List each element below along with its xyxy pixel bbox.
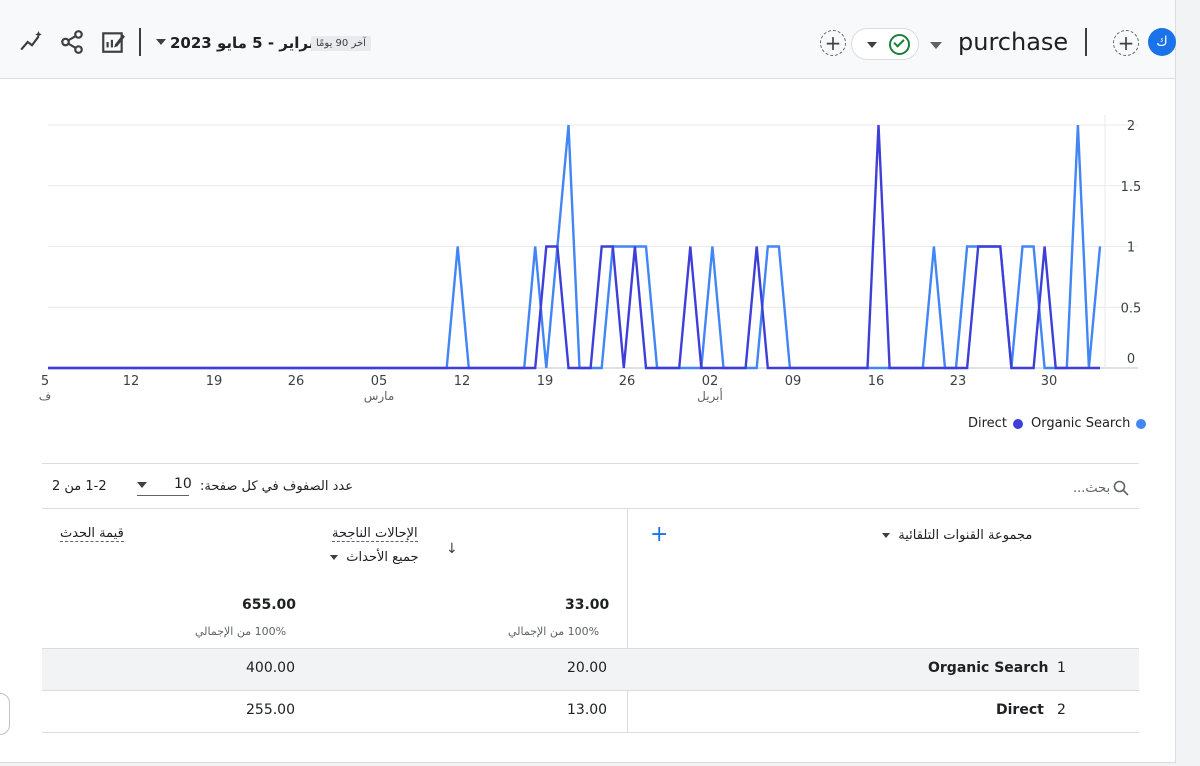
y-tick-label: 0 <box>1127 352 1135 367</box>
legend-swatch <box>1136 418 1147 429</box>
date-dropdown-arrow[interactable] <box>156 39 166 45</box>
row-conversions: 13.00 <box>567 702 608 718</box>
side-panel-handle[interactable] <box>0 693 10 735</box>
chevron-down-icon <box>137 482 147 488</box>
x-tick-month-label: مارس <box>364 389 395 404</box>
avatar[interactable]: ك <box>1148 28 1176 56</box>
legend-label: Organic Search <box>1031 416 1131 431</box>
search-icon[interactable] <box>1113 480 1129 496</box>
report-toolbar: 5 فبراير - 5 مايو 2023 آخر 90 يومًا + pu… <box>0 0 1176 79</box>
rows-per-page-value: 10 <box>174 476 192 492</box>
y-tick-label: 1 <box>1127 241 1135 256</box>
y-tick-label: 2 <box>1127 119 1135 134</box>
conversions-header[interactable]: الإحالات الناجحة <box>332 526 418 542</box>
row-event-value: 255.00 <box>246 702 295 718</box>
event-filter-select[interactable]: جميع الأحداث <box>330 550 419 565</box>
plus-icon: + <box>1117 31 1135 55</box>
add-comparison-button[interactable]: + <box>820 30 846 56</box>
chevron-down-icon <box>882 533 890 538</box>
table-row[interactable]: 1 Organic Search 20.00 400.00 <box>42 649 1139 690</box>
event-value-header[interactable]: قيمة الحدث <box>60 526 124 542</box>
legend-label: Direct <box>968 416 1007 431</box>
legend-item-direct[interactable]: Direct <box>968 416 1023 431</box>
x-tick-label: 26 <box>619 374 636 389</box>
y-tick-label: 1.5 <box>1121 180 1142 195</box>
row-event-value: 400.00 <box>246 660 295 676</box>
toolbar-divider <box>139 28 141 56</box>
row-index: 1 <box>1057 660 1066 676</box>
total-event-value: 655.00 <box>242 597 297 613</box>
total-conversions-pct: 100% من الإجمالي <box>508 625 600 638</box>
divider <box>42 508 1139 509</box>
table-row[interactable]: 2 Direct 13.00 255.00 <box>42 691 1139 732</box>
check-circle-icon <box>889 34 910 55</box>
plus-icon: + <box>824 31 842 55</box>
sort-descending-icon[interactable]: ↓ <box>446 541 458 557</box>
toolbar-divider <box>1085 28 1087 56</box>
edit-report-icon[interactable] <box>99 28 127 56</box>
event-filter-label: جميع الأحداث <box>346 550 419 565</box>
y-tick-label: 0.5 <box>1121 301 1142 316</box>
row-channel[interactable]: Direct <box>996 702 1044 718</box>
x-tick-label: 12 <box>454 374 471 389</box>
x-tick-label: 23 <box>950 374 967 389</box>
legend-swatch <box>1012 418 1023 429</box>
line-chart: 21.510.505ف12 19 26 05مارس12 19 26 02أبريل09 16… <box>39 115 1142 404</box>
x-tick-label: 09 <box>785 374 802 389</box>
add-dimension-button[interactable]: + <box>650 524 668 546</box>
x-tick-label: 19 <box>206 374 223 389</box>
x-tick-label: 5 <box>41 374 49 389</box>
x-tick-month-label: أبريل <box>697 388 723 404</box>
x-tick-label: 05 <box>371 374 388 389</box>
divider <box>42 463 1139 464</box>
chevron-down-icon <box>330 555 338 560</box>
x-tick-label: 02 <box>702 374 719 389</box>
row-index: 2 <box>1057 702 1066 718</box>
event-name[interactable]: purchase <box>958 28 1068 56</box>
share-icon[interactable] <box>58 28 86 56</box>
add-filter-button[interactable]: + <box>1113 30 1139 56</box>
dimension-header[interactable]: مجموعة القنوات التلقائية <box>882 528 1032 543</box>
chevron-down-icon <box>867 42 877 48</box>
divider <box>42 732 1139 733</box>
search-input[interactable]: بحث... <box>1073 481 1110 496</box>
page-range: 1-2 من 2 <box>52 479 107 494</box>
event-dropdown-arrow[interactable] <box>930 42 942 49</box>
row-channel[interactable]: Organic Search <box>928 660 1048 676</box>
report-card: 5 فبراير - 5 مايو 2023 آخر 90 يومًا + pu… <box>0 0 1176 763</box>
filter-status-pill[interactable] <box>851 28 919 60</box>
legend-item-organic-search[interactable]: Organic Search <box>1031 416 1147 431</box>
x-tick-label: 16 <box>868 374 885 389</box>
total-event-value-pct: 100% من الإجمالي <box>195 625 287 638</box>
x-tick-label: 26 <box>288 374 305 389</box>
row-conversions: 20.00 <box>567 660 608 676</box>
total-conversions: 33.00 <box>565 597 610 613</box>
date-range-badge: آخر 90 يومًا <box>311 36 371 51</box>
rows-per-page-label: عدد الصفوف في كل صفحة: <box>200 479 353 494</box>
x-tick-month-label: ف <box>39 389 51 403</box>
x-tick-label: 30 <box>1041 374 1058 389</box>
x-tick-label: 12 <box>123 374 140 389</box>
dimension-header-label: مجموعة القنوات التلقائية <box>898 528 1033 543</box>
insights-icon[interactable] <box>18 28 46 56</box>
x-tick-label: 19 <box>537 374 554 389</box>
